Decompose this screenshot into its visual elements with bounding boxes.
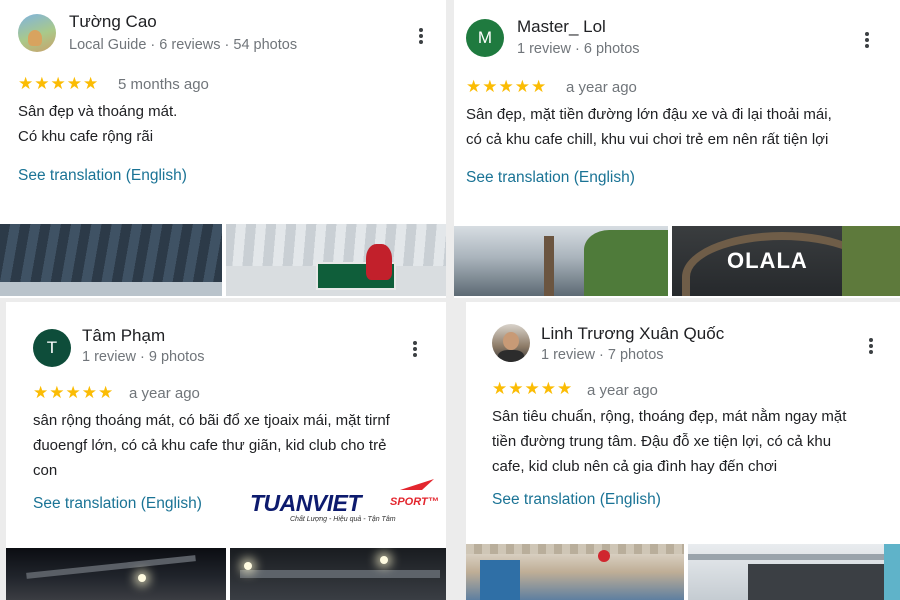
photo-detail: [138, 574, 146, 582]
photo-detail: [240, 570, 440, 578]
photo-detail: [884, 544, 900, 600]
photo-detail: [598, 550, 610, 562]
review-text: sân rộng thoáng mát, có bãi đổ xe tjoaix…: [33, 408, 443, 483]
review-line: có cả khu cafe chill, khu vui chơi trẻ e…: [466, 131, 829, 148]
logo-swoosh-icon: [400, 479, 434, 490]
review-line: cafe, kid club nên cả gia đình hay đến c…: [492, 458, 778, 475]
photo-detail: [480, 560, 520, 600]
avatar[interactable]: M: [466, 19, 504, 57]
review-card: M Master_ Lol 1 review · 6 photos ★★★★★ …: [454, 0, 900, 298]
see-translation-link[interactable]: See translation (English): [18, 167, 187, 185]
photo-detail: [748, 564, 900, 600]
tuanviet-sport-logo: TUANVIET SPORT™ Chất Lượng - Hiệu quả - …: [250, 478, 440, 528]
logo-sport: SPORT™: [390, 496, 439, 508]
review-line: Có khu cafe rộng rãi: [18, 128, 154, 145]
review-line: Sân đẹp và thoáng mát.: [18, 103, 178, 120]
see-translation-link[interactable]: See translation (English): [33, 495, 202, 513]
photo-detail: [0, 282, 222, 296]
review-line: Sân tiêu chuẩn, rộng, thoáng đẹp, mát nằ…: [492, 408, 847, 425]
review-photo[interactable]: OLALA: [672, 226, 900, 296]
avatar[interactable]: [492, 324, 530, 362]
photo-detail: [26, 555, 196, 579]
review-line: đuoengf lớn, có cả khu cafe thư giãn, ki…: [33, 437, 387, 454]
avatar-photo: [503, 332, 519, 350]
see-translation-link[interactable]: See translation (English): [492, 491, 661, 509]
reviewer-meta: 1 review · 7 photos: [541, 347, 664, 363]
star-rating: ★★★★★: [18, 74, 100, 93]
review-card: T Tâm Phạm 1 review · 9 photos ★★★★★ a y…: [6, 302, 446, 600]
photo-sign-text: OLALA: [727, 248, 808, 273]
review-time: a year ago: [129, 385, 200, 402]
review-card: Linh Trương Xuân Quốc 1 review · 7 photo…: [466, 302, 900, 600]
review-photo[interactable]: [230, 548, 446, 600]
review-photo[interactable]: [688, 544, 900, 600]
star-rating: ★★★★★: [33, 383, 115, 402]
review-photos: OLALA: [454, 226, 900, 296]
review-photo[interactable]: [466, 544, 684, 600]
photo-detail: [244, 562, 252, 570]
photo-detail: [544, 236, 554, 296]
reviewer-meta: 1 review · 6 photos: [517, 41, 640, 57]
photo-detail: [842, 226, 900, 296]
review-photo[interactable]: [6, 548, 226, 600]
more-options-icon[interactable]: [416, 26, 426, 46]
more-options-icon[interactable]: [862, 30, 872, 50]
review-time: a year ago: [587, 382, 658, 399]
reviewer-name[interactable]: Master_ Lol: [517, 17, 606, 37]
review-line: Sân đẹp, mặt tiền đường lớn đậu xe và đi…: [466, 106, 832, 123]
photo-detail: [380, 556, 388, 564]
review-photo[interactable]: [226, 224, 446, 296]
review-photo[interactable]: [454, 226, 668, 296]
star-rating: ★★★★★: [492, 379, 574, 398]
photo-detail: [466, 544, 684, 554]
review-text: Sân đẹp, mặt tiền đường lớn đậu xe và đi…: [466, 102, 896, 152]
review-photo[interactable]: [0, 224, 222, 296]
avatar[interactable]: [18, 14, 56, 52]
photo-detail: [688, 554, 900, 560]
avatar[interactable]: T: [33, 329, 71, 367]
review-time: 5 months ago: [118, 76, 209, 93]
reviewer-name[interactable]: Tường Cao: [69, 12, 157, 32]
avatar-photo: [498, 350, 524, 362]
reviewer-name[interactable]: Linh Trương Xuân Quốc: [541, 324, 724, 344]
more-options-icon[interactable]: [410, 339, 420, 359]
review-text: Sân đẹp và thoáng mát. Có khu cafe rộng …: [18, 99, 438, 149]
review-text: Sân tiêu chuẩn, rộng, thoáng đẹp, mát nằ…: [492, 404, 896, 479]
more-options-icon[interactable]: [866, 336, 876, 356]
avatar-initial: M: [477, 28, 493, 47]
review-photos: [466, 544, 900, 600]
photo-detail: [366, 244, 392, 280]
reviewer-name[interactable]: Tâm Phạm: [82, 326, 165, 346]
review-time: a year ago: [566, 79, 637, 96]
review-line: sân rộng thoáng mát, có bãi đổ xe tjoaix…: [33, 412, 390, 429]
logo-wordmark: TUANVIET: [250, 490, 362, 516]
review-card: Tường Cao Local Guide · 6 reviews · 54 p…: [0, 0, 446, 298]
see-translation-link[interactable]: See translation (English): [466, 169, 635, 187]
logo-tagline: Chất Lượng - Hiệu quả - Tận Tâm: [290, 516, 396, 523]
avatar-initial: T: [46, 338, 58, 357]
avatar-photo: [28, 30, 42, 46]
reviewer-meta: 1 review · 9 photos: [82, 349, 205, 365]
review-photos: [0, 224, 446, 296]
review-line: tiền đường trung tâm. Đậu đỗ xe tiện lợi…: [492, 433, 832, 450]
photo-detail: [584, 230, 668, 296]
reviewer-meta: Local Guide · 6 reviews · 54 photos: [69, 37, 298, 53]
star-rating: ★★★★★: [466, 77, 548, 96]
review-photos: [6, 548, 446, 600]
